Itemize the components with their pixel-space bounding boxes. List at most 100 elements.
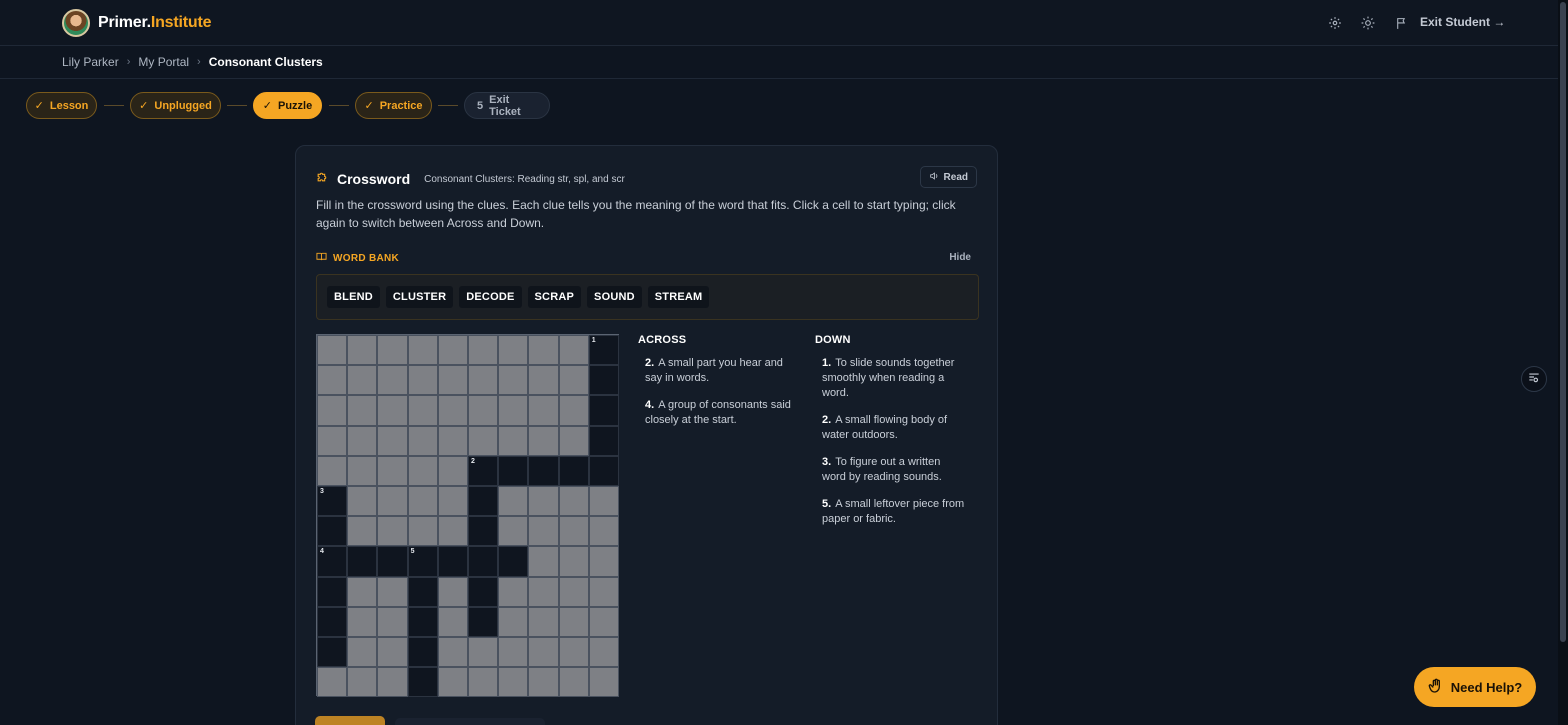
word-chip[interactable]: STREAM [647,286,710,308]
crossword-cell[interactable] [437,546,468,577]
crossword-block [437,455,468,486]
clue-number: 3. [822,456,832,468]
word-bank: BLEND CLUSTER DECODE SCRAP SOUND STREAM [316,274,979,320]
crossword-cell[interactable]: 5 [407,546,438,577]
breadcrumb-portal[interactable]: My Portal [138,55,189,69]
secondary-button[interactable] [395,718,545,725]
crossword-cell[interactable] [407,667,438,698]
crossword-cell[interactable] [498,546,529,577]
hand-icon [1428,678,1444,697]
crossword-cell[interactable] [347,546,378,577]
word-chip[interactable]: SCRAP [527,286,582,308]
crossword-block [437,425,468,456]
exit-student-button[interactable]: Exit Student → [1420,15,1505,29]
crossword-block [407,516,438,547]
step-label: Unplugged [154,99,212,112]
crossword-cell[interactable] [467,485,499,517]
across-clue[interactable]: 2. A small part you hear and say in words… [638,356,798,386]
crossword-cell[interactable] [588,425,619,456]
crossword-cell[interactable] [377,546,408,577]
crossword-cell[interactable]: 1 [588,335,619,366]
crossword-cell[interactable] [528,455,559,486]
instructions: Fill in the crossword using the clues. E… [316,198,956,230]
crossword-cell[interactable] [588,395,619,426]
down-clue[interactable]: 2. A small flowing body of water outdoors… [815,413,965,443]
crossword-block [467,365,499,396]
step-connector [329,105,349,106]
crossword-block [467,636,499,668]
crossword-cell[interactable] [588,365,619,396]
book-icon [316,251,327,265]
crossword-cell[interactable] [467,546,499,577]
crossword-cell[interactable]: 4 [317,546,348,577]
word-chip[interactable]: SOUND [587,286,642,308]
brand-avatar [62,9,90,37]
sun-icon[interactable] [1360,15,1376,31]
need-help-button[interactable]: Need Help? [1414,667,1536,707]
clue-number: 5 [410,548,415,556]
crossword-cell[interactable] [467,516,499,547]
crossword-block [588,576,619,607]
crossword-block [347,667,378,698]
down-clue[interactable]: 3. To figure out a written word by readin… [815,455,965,485]
hide-word-bank-button[interactable]: Hide [949,252,971,263]
flag-icon[interactable] [1393,15,1409,31]
crossword-block [528,516,559,547]
breadcrumb-student[interactable]: Lily Parker [62,55,119,69]
crossword-block [377,335,408,366]
accessibility-toggle[interactable] [1521,366,1547,392]
crossword-block [558,516,589,547]
crossword-cell[interactable]: 3 [317,485,348,517]
crossword-cell[interactable] [407,636,438,668]
word-chip[interactable]: BLEND [327,286,380,308]
step-practice[interactable]: ✓ Practice [355,92,432,119]
crossword-block [467,667,499,698]
crossword-cell[interactable] [467,576,499,607]
brand[interactable]: Primer.Institute [62,9,211,37]
crossword-cell[interactable] [407,606,438,637]
scrollbar[interactable] [1558,0,1568,725]
crossword-block [437,335,468,366]
card-header: Crossword Consonant Clusters: Reading st… [316,170,625,188]
crossword-cell[interactable] [558,455,589,486]
step-unplugged[interactable]: ✓ Unplugged [130,92,221,119]
crossword-block [407,335,438,366]
crossword-block [528,667,559,698]
crossword-block [467,395,499,426]
step-exit-ticket[interactable]: 5 Exit Ticket [464,92,550,119]
need-help-label: Need Help? [1450,679,1523,695]
crossword-cell[interactable]: 2 [467,455,499,486]
word-chip[interactable]: CLUSTER [385,286,454,308]
crossword-cell[interactable] [317,516,348,547]
crossword-block [558,425,589,456]
clue-number: 2. [822,414,832,426]
clue-text: To figure out a written word by reading … [822,456,942,483]
crossword-cell[interactable] [588,455,619,486]
scrollbar-thumb[interactable] [1560,2,1566,642]
step-puzzle[interactable]: ✓ Puzzle [253,92,322,119]
speaker-icon [929,171,939,184]
crossword-block [588,516,619,547]
crossword-cell[interactable] [498,455,529,486]
crossword-block [528,576,559,607]
across-clue[interactable]: 4. A group of consonants said closely at … [638,398,798,428]
word-chip[interactable]: DECODE [459,286,522,308]
crossword-cell[interactable] [467,606,499,637]
crossword-block [377,576,408,607]
crossword-cell[interactable] [407,576,438,607]
crossword-block [377,667,408,698]
clue-text: To slide sounds together smoothly when r… [822,357,955,399]
check-answers-button[interactable] [315,716,385,725]
down-clue[interactable]: 1. To slide sounds together smoothly when… [815,356,965,401]
check-icon: ✓ [364,100,374,112]
down-clue[interactable]: 5. A small leftover piece from paper or f… [815,497,965,527]
gear-icon[interactable] [1327,15,1343,31]
crossword-block [407,455,438,486]
crossword-cell[interactable] [317,606,348,637]
crossword-cell[interactable] [317,576,348,607]
read-aloud-button[interactable]: Read [919,166,977,188]
crossword-cell[interactable] [317,636,348,668]
crossword-block [528,546,559,577]
crossword-block [588,546,619,577]
step-lesson[interactable]: ✓ Lesson [26,92,97,119]
